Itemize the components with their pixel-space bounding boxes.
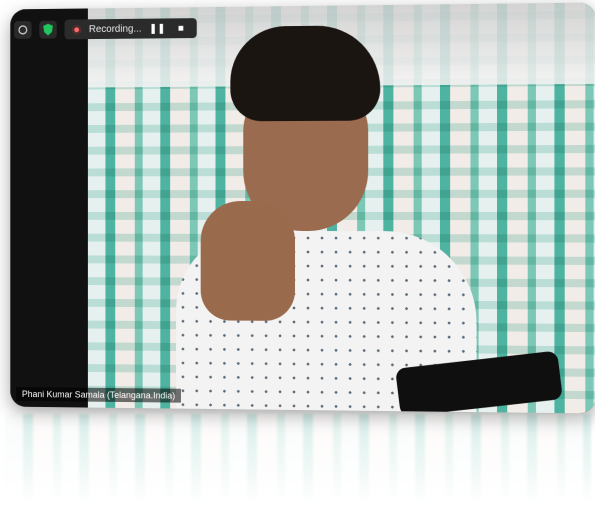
reflection-fade	[5, 414, 591, 522]
participant-video	[176, 24, 477, 414]
info-icon-glyph	[18, 25, 28, 35]
left-black-strip	[10, 8, 88, 408]
pause-icon: ❚❚	[149, 22, 166, 35]
recording-status-text: Recording...	[88, 23, 142, 35]
hand	[200, 201, 296, 321]
shield-icon	[43, 24, 53, 36]
participant-name-label: Phani Kumar Samala (Telangana.India)	[16, 387, 182, 403]
window-reflection	[5, 414, 591, 522]
record-dot-icon	[72, 24, 82, 34]
stop-icon: ■	[177, 22, 184, 34]
meeting-top-toolbar: Recording... ❚❚ ■	[14, 15, 197, 43]
stop-recording-button[interactable]: ■	[173, 20, 189, 36]
recording-status-pill: Recording... ❚❚ ■	[64, 18, 197, 40]
security-button[interactable]	[39, 20, 57, 39]
video-window: Recording... ❚❚ ■ Phani Kumar Samala (Te…	[10, 2, 595, 414]
info-icon[interactable]	[14, 20, 32, 39]
hair	[230, 25, 381, 122]
pause-recording-button[interactable]: ❚❚	[149, 20, 165, 36]
